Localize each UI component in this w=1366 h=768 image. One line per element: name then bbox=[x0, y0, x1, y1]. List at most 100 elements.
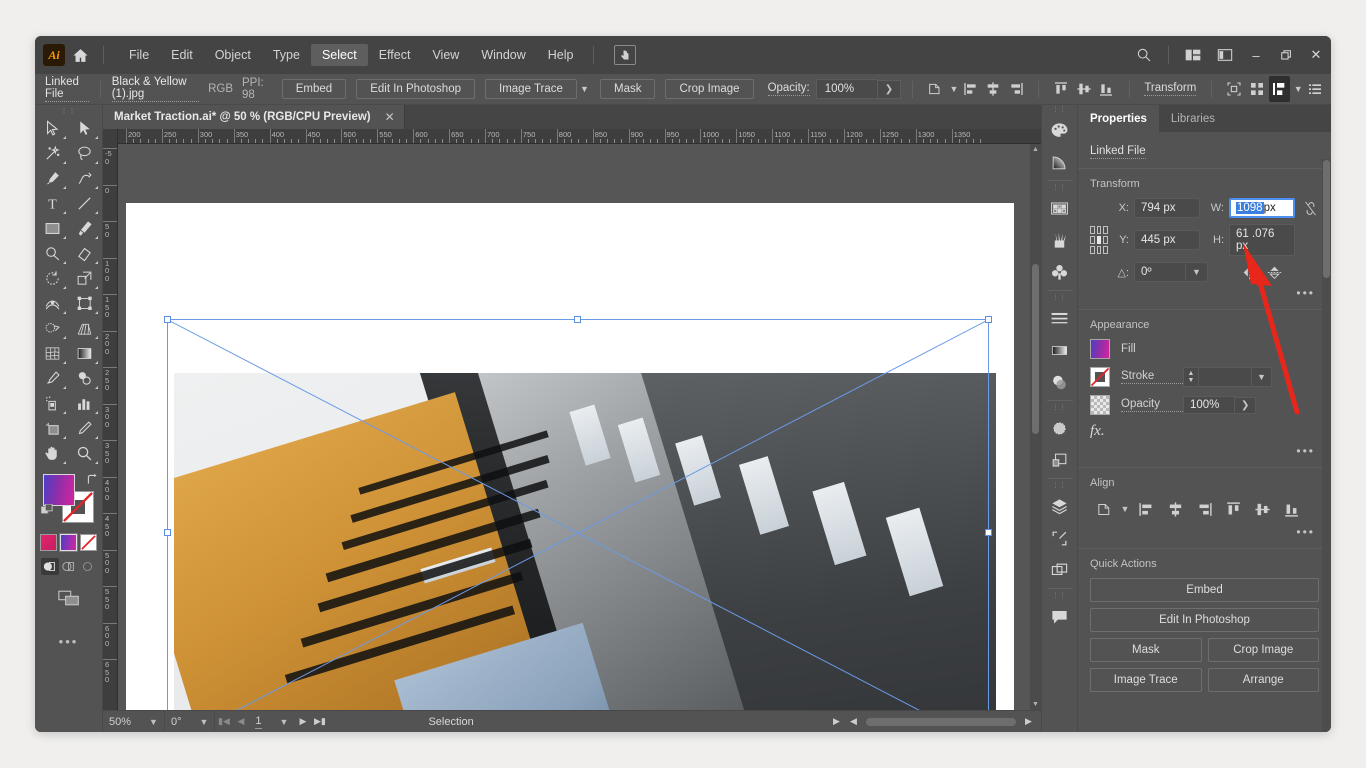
width-icon[interactable] bbox=[37, 291, 69, 316]
quick-action-mask[interactable]: Mask bbox=[1090, 638, 1202, 662]
type-t-icon[interactable]: T bbox=[37, 191, 69, 216]
align-to-chevron-down-icon[interactable]: ▼ bbox=[948, 84, 959, 94]
gradient-panel-icon[interactable] bbox=[1044, 334, 1076, 366]
properties-scroll-thumb[interactable] bbox=[1323, 160, 1330, 278]
restore-button[interactable] bbox=[1271, 36, 1301, 74]
canvas-vertical-scroll-thumb[interactable] bbox=[1032, 264, 1039, 434]
draw-behind[interactable] bbox=[60, 558, 78, 575]
rectangle-icon[interactable] bbox=[37, 216, 69, 241]
image-trace-chevron-down-icon[interactable]: ▼ bbox=[579, 84, 590, 94]
align-to-selection-icon[interactable] bbox=[1090, 497, 1118, 521]
page-number-field[interactable]: 1 ▼ bbox=[249, 711, 294, 733]
document-tab-close-icon[interactable]: ✕ bbox=[385, 110, 395, 124]
quick-action-embed[interactable]: Embed bbox=[1090, 578, 1319, 602]
fill-swatch-button[interactable] bbox=[1090, 339, 1110, 359]
hand-icon[interactable] bbox=[37, 441, 69, 466]
workspace-switcher-icon[interactable] bbox=[1177, 36, 1209, 74]
perspective-grid-icon[interactable] bbox=[69, 316, 101, 341]
ref-point-center[interactable] bbox=[1096, 236, 1102, 244]
opacity-label[interactable]: Opacity: bbox=[767, 82, 810, 96]
layers-panel-icon[interactable] bbox=[1044, 490, 1076, 522]
swap-fill-stroke-icon[interactable] bbox=[86, 473, 99, 486]
stroke-swatch-button[interactable] bbox=[1090, 367, 1110, 387]
mask-button[interactable]: Mask bbox=[599, 79, 656, 99]
selection-handle-middle-right[interactable] bbox=[985, 529, 992, 536]
tab-properties[interactable]: Properties bbox=[1078, 105, 1159, 132]
page-chevron-down-icon[interactable]: ▼ bbox=[280, 717, 289, 727]
hscroll-left-icon[interactable]: ◀ bbox=[845, 716, 862, 727]
ref-point-tc[interactable] bbox=[1096, 226, 1102, 234]
hscroll-right-icon[interactable]: ▶ bbox=[1020, 716, 1037, 727]
free-transform-icon[interactable] bbox=[69, 291, 101, 316]
menu-item-file[interactable]: File bbox=[118, 44, 160, 66]
stroke-label[interactable]: Stroke bbox=[1121, 370, 1183, 384]
dock-grip-2[interactable]: ⋮⋮ bbox=[1053, 183, 1067, 192]
control-bar-menu-icon[interactable] bbox=[1305, 76, 1326, 102]
close-button[interactable]: ✕ bbox=[1301, 36, 1331, 74]
scale-icon[interactable] bbox=[69, 266, 101, 291]
cursor-outline-icon[interactable] bbox=[37, 116, 69, 141]
touch-workspace-icon[interactable] bbox=[613, 45, 636, 65]
opacity-expand-icon[interactable]: ❯ bbox=[1235, 396, 1257, 414]
paintbrush-icon[interactable] bbox=[69, 216, 101, 241]
menu-item-help[interactable]: Help bbox=[537, 44, 585, 66]
align-to-chevron-down-icon[interactable]: ▼ bbox=[1119, 497, 1131, 521]
quick-action-crop-image[interactable]: Crop Image bbox=[1207, 638, 1319, 662]
dock-grip-6[interactable]: ⋮⋮ bbox=[1053, 591, 1067, 600]
status-expand-icon[interactable]: ▶ bbox=[828, 716, 845, 727]
menu-item-edit[interactable]: Edit bbox=[160, 44, 204, 66]
angle-chevron-down-icon[interactable]: ▼ bbox=[1185, 264, 1207, 280]
eyedropper-icon[interactable] bbox=[37, 366, 69, 391]
stroke-weight-chevron-down-icon[interactable]: ▼ bbox=[1252, 367, 1272, 387]
color-swatch-mode[interactable] bbox=[40, 534, 57, 551]
canvas-horizontal-scroll-thumb[interactable] bbox=[866, 717, 1016, 726]
quick-action-image-trace[interactable]: Image Trace bbox=[1090, 668, 1202, 692]
x-input[interactable]: 794 px bbox=[1134, 198, 1200, 218]
align-more-options[interactable]: ••• bbox=[1090, 525, 1319, 539]
change-screen-mode-icon[interactable] bbox=[57, 589, 80, 612]
linked-file-label[interactable]: Linked File bbox=[45, 76, 89, 102]
bar-graph-icon[interactable] bbox=[69, 391, 101, 416]
horizontal-ruler[interactable]: 200 250 300 350 400 450 500 550 600 650 700 750 800 8… bbox=[118, 129, 1041, 144]
document-tab[interactable]: Market Traction.ai* @ 50 % (RGB/CPU Prev… bbox=[103, 105, 405, 129]
magnifier-icon[interactable] bbox=[69, 441, 101, 466]
magic-wand-icon[interactable] bbox=[37, 141, 69, 166]
angle-input[interactable]: 0º ▼ bbox=[1134, 262, 1208, 282]
ref-point-br[interactable] bbox=[1103, 246, 1108, 254]
prev-page-icon[interactable]: ◀ bbox=[232, 716, 249, 727]
blend-icon[interactable] bbox=[69, 366, 101, 391]
menu-item-select[interactable]: Select bbox=[310, 44, 368, 66]
shaper-icon[interactable] bbox=[37, 241, 69, 266]
search-icon[interactable] bbox=[1128, 36, 1160, 74]
symbols-panel-icon[interactable] bbox=[1044, 256, 1076, 288]
first-page-icon[interactable]: ▮◀ bbox=[215, 716, 232, 727]
flip-vertical-icon[interactable] bbox=[1267, 265, 1282, 280]
align-left-icon[interactable] bbox=[1132, 497, 1160, 521]
scroll-up-icon[interactable]: ▲ bbox=[1030, 144, 1041, 155]
y-input[interactable]: 445 px bbox=[1134, 230, 1200, 250]
shape-builder-icon[interactable] bbox=[37, 316, 69, 341]
gradient-icon[interactable] bbox=[69, 341, 101, 366]
fx-button[interactable]: fx. bbox=[1090, 423, 1319, 440]
ref-point-bl[interactable] bbox=[1090, 246, 1095, 254]
align-top-icon[interactable] bbox=[1219, 497, 1247, 521]
slice-knife-icon[interactable] bbox=[69, 416, 101, 441]
menu-item-object[interactable]: Object bbox=[204, 44, 262, 66]
document-setup-chevron-down-icon[interactable]: ▼ bbox=[1293, 84, 1304, 94]
align-center-horizontal-icon[interactable] bbox=[983, 76, 1004, 102]
lasso-icon[interactable] bbox=[69, 141, 101, 166]
selection-handle-top-right[interactable] bbox=[985, 316, 992, 323]
document-setup-icon[interactable] bbox=[1269, 76, 1290, 102]
align-bottom-icon[interactable] bbox=[1277, 497, 1305, 521]
draw-normal[interactable] bbox=[40, 558, 59, 575]
swatches-panel-icon[interactable] bbox=[1044, 192, 1076, 224]
align-left-icon[interactable] bbox=[961, 76, 982, 102]
align-right-icon[interactable] bbox=[1006, 76, 1027, 102]
reference-point-widget[interactable] bbox=[1090, 226, 1108, 254]
symbol-sprayer-icon[interactable] bbox=[37, 391, 69, 416]
pen-icon[interactable] bbox=[37, 166, 69, 191]
menu-item-window[interactable]: Window bbox=[470, 44, 536, 66]
stroke-weight-stepper[interactable]: ▲ ▼ bbox=[1183, 367, 1198, 387]
color-guide-icon[interactable] bbox=[1044, 146, 1076, 178]
tools-panel-grip[interactable]: ⋮⋮ bbox=[35, 105, 102, 116]
